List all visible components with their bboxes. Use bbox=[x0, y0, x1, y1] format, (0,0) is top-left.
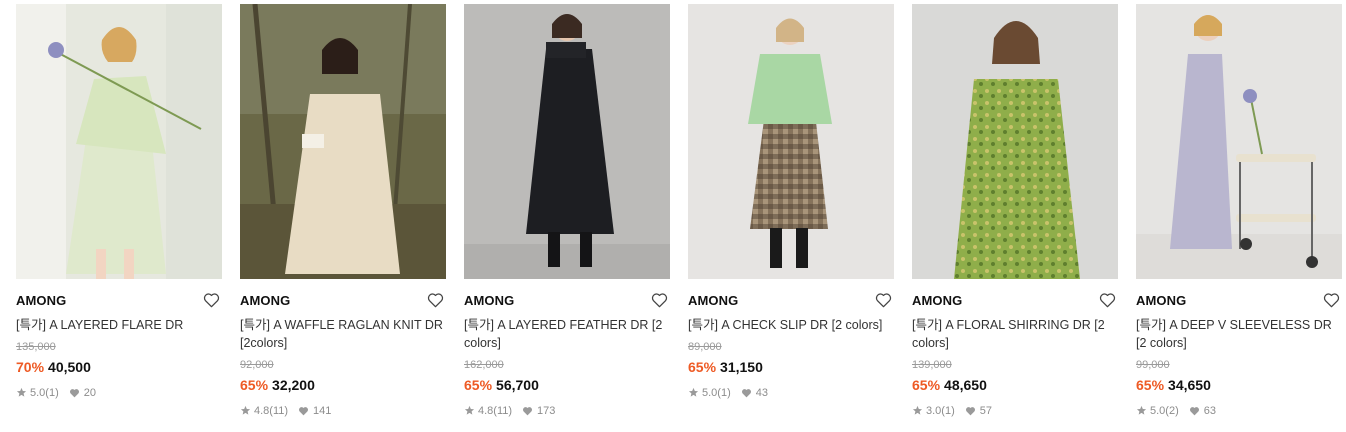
star-icon bbox=[240, 405, 251, 416]
discount-rate: 65% bbox=[688, 359, 717, 375]
like-count: 173 bbox=[537, 405, 556, 417]
like-count: 43 bbox=[755, 387, 768, 399]
brand-name[interactable]: AMONG bbox=[688, 293, 738, 308]
heart-icon bbox=[741, 388, 752, 398]
sale-price: 31,150 bbox=[720, 359, 763, 375]
original-price: 162,000 bbox=[464, 359, 504, 371]
original-price: 99,000 bbox=[1136, 359, 1170, 371]
product-meta: 4.8(11) 173 bbox=[464, 404, 555, 418]
brand-name[interactable]: AMONG bbox=[912, 293, 962, 308]
product-title[interactable]: [특가] A WAFFLE RAGLAN KNIT DR [2colors] bbox=[240, 316, 446, 352]
rating-value: 4.8 bbox=[478, 405, 494, 417]
brand-name[interactable]: AMONG bbox=[16, 293, 66, 308]
product-image[interactable] bbox=[464, 4, 670, 279]
review-count: (11) bbox=[269, 405, 289, 417]
product-image[interactable] bbox=[1136, 4, 1342, 279]
discount-rate: 70% bbox=[16, 359, 45, 375]
sale-price: 40,500 bbox=[48, 359, 91, 375]
heart-icon bbox=[69, 388, 80, 398]
product-image[interactable] bbox=[240, 4, 446, 279]
product-grid: AMONG [특가] A LAYERED FLARE DR 135,000 70… bbox=[0, 0, 1346, 432]
discount-rate: 65% bbox=[464, 377, 493, 393]
product-image[interactable] bbox=[688, 4, 894, 279]
like-count: 141 bbox=[313, 405, 332, 417]
like-count: 57 bbox=[979, 405, 992, 417]
rating-value: 3.0 bbox=[926, 405, 942, 417]
brand-name[interactable]: AMONG bbox=[1136, 293, 1186, 308]
original-price: 92,000 bbox=[240, 359, 274, 371]
product-title[interactable]: [특가] A LAYERED FLARE DR bbox=[16, 316, 222, 334]
heart-icon bbox=[1189, 406, 1200, 416]
product-meta: 4.8(11) 141 bbox=[240, 404, 331, 418]
product-meta: 3.0(1) 57 bbox=[912, 404, 992, 418]
like-count: 63 bbox=[1203, 405, 1216, 417]
star-icon bbox=[912, 405, 923, 416]
product-title[interactable]: [특가] A LAYERED FEATHER DR [2 colors] bbox=[464, 316, 670, 352]
rating-value: 5.0 bbox=[30, 387, 46, 399]
star-icon bbox=[464, 405, 475, 416]
review-count: (1) bbox=[717, 387, 731, 399]
review-count: (1) bbox=[45, 387, 59, 399]
product-image[interactable] bbox=[16, 4, 222, 279]
brand-name[interactable]: AMONG bbox=[240, 293, 290, 308]
star-icon bbox=[1136, 405, 1147, 416]
sale-price: 32,200 bbox=[272, 377, 315, 393]
sale-price: 48,650 bbox=[944, 377, 987, 393]
star-icon bbox=[16, 387, 27, 398]
product-title[interactable]: [특가] A FLORAL SHIRRING DR [2 colors] bbox=[912, 316, 1118, 352]
heart-icon bbox=[298, 406, 309, 416]
original-price: 139,000 bbox=[912, 359, 952, 371]
wishlist-heart-icon[interactable] bbox=[1099, 292, 1116, 308]
heart-icon bbox=[522, 406, 533, 416]
wishlist-heart-icon[interactable] bbox=[427, 292, 444, 308]
original-price: 135,000 bbox=[16, 341, 56, 353]
wishlist-heart-icon[interactable] bbox=[875, 292, 892, 308]
product-title[interactable]: [특가] A DEEP V SLEEVELESS DR [2 colors] bbox=[1136, 316, 1342, 352]
wishlist-heart-icon[interactable] bbox=[651, 292, 668, 308]
original-price: 89,000 bbox=[688, 341, 722, 353]
discount-rate: 65% bbox=[1136, 377, 1165, 393]
rating-value: 5.0 bbox=[1150, 405, 1166, 417]
discount-rate: 65% bbox=[912, 377, 941, 393]
rating-value: 4.8 bbox=[254, 405, 270, 417]
brand-name[interactable]: AMONG bbox=[464, 293, 514, 308]
wishlist-heart-icon[interactable] bbox=[203, 292, 220, 308]
product-meta: 5.0(1) 43 bbox=[688, 386, 768, 400]
product-title[interactable]: [특가] A CHECK SLIP DR [2 colors] bbox=[688, 316, 894, 334]
product-meta: 5.0(1) 20 bbox=[16, 386, 96, 400]
product-meta: 5.0(2) 63 bbox=[1136, 404, 1216, 418]
rating-value: 5.0 bbox=[702, 387, 718, 399]
sale-price: 56,700 bbox=[496, 377, 539, 393]
discount-rate: 65% bbox=[240, 377, 269, 393]
like-count: 20 bbox=[83, 387, 96, 399]
review-count: (2) bbox=[1165, 405, 1179, 417]
product-image[interactable] bbox=[912, 4, 1118, 279]
heart-icon bbox=[965, 406, 976, 416]
star-icon bbox=[688, 387, 699, 398]
review-count: (11) bbox=[493, 405, 513, 417]
wishlist-heart-icon[interactable] bbox=[1323, 292, 1340, 308]
sale-price: 34,650 bbox=[1168, 377, 1211, 393]
review-count: (1) bbox=[941, 405, 955, 417]
